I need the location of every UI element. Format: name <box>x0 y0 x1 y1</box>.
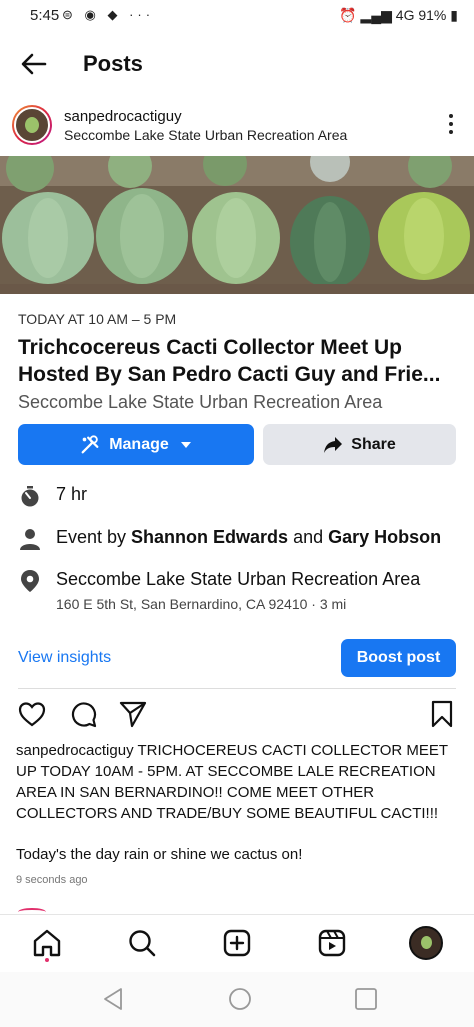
caption-username[interactable]: sanpedrocactiguy <box>16 742 134 759</box>
alarm-icon: ⏰ <box>339 7 357 23</box>
post-caption: sanpedrocactiguy TRICHOCEREUS CACTI COLL… <box>16 740 456 824</box>
post-actions <box>0 698 474 730</box>
share-label: Share <box>351 435 396 453</box>
event-title-line2: Hosted By San Pedro Cacti Guy and Frie..… <box>18 363 441 386</box>
bottom-tab-bar <box>0 914 474 973</box>
system-nav-bar <box>0 972 474 1027</box>
status-right: ⏰ ▂▄▆ 4G 91% ▮ <box>339 7 458 24</box>
post-username[interactable]: sanpedrocactiguy <box>64 108 182 125</box>
top-bar: Posts <box>0 40 474 88</box>
share-arrow-icon <box>324 436 343 453</box>
profile-avatar[interactable] <box>409 926 443 960</box>
battery-icon: ▮ <box>450 7 458 23</box>
event-title[interactable]: Trichcocereus Cacti Collector Meet Up Ho… <box>18 334 458 388</box>
location-pin-icon <box>21 570 39 592</box>
back-arrow-icon[interactable] <box>18 48 50 80</box>
hosts-text: Event by Shannon Edwards and Gary Hobson <box>56 527 441 548</box>
boost-post-button[interactable]: Boost post <box>341 639 456 677</box>
signal-icon: ▂▄▆ <box>360 7 392 23</box>
caption-text-2: Today's the day rain or shine we cactus … <box>16 846 303 863</box>
page-title: Posts <box>83 51 143 76</box>
person-icon <box>20 529 40 550</box>
post-header: sanpedrocactiguy Seccombe Lake State Urb… <box>0 100 474 156</box>
hosts-and: and <box>288 527 329 547</box>
view-insights-link[interactable]: View insights <box>18 649 111 667</box>
manage-label: Manage <box>109 435 169 453</box>
send-icon[interactable] <box>119 700 147 728</box>
event-cover-image[interactable] <box>0 156 474 294</box>
hosts-prefix: Event by <box>56 527 132 547</box>
venue-address: 160 E 5th St, San Bernardino, CA 92410 ·… <box>56 596 347 612</box>
status-time: 5:45 <box>30 7 60 24</box>
more-icon[interactable] <box>448 114 454 138</box>
chevron-down-icon <box>180 441 191 448</box>
battery-level: 91% <box>418 7 447 23</box>
bookmark-icon[interactable] <box>428 700 456 728</box>
status-bar: 5:45 ⊜ ◉ ◆ ··· ⏰ ▂▄▆ 4G 91% ▮ <box>0 0 474 32</box>
notification-icons: ⊜ ◉ ◆ ··· <box>62 7 155 22</box>
search-icon[interactable] <box>127 928 157 958</box>
share-button[interactable]: Share <box>263 424 456 465</box>
post-timestamp: 9 seconds ago <box>16 874 88 886</box>
event-place[interactable]: Seccombe Lake State Urban Recreation Are… <box>18 392 382 413</box>
host-link-2[interactable]: Gary Hobson <box>328 527 441 547</box>
divider <box>18 688 456 689</box>
post-location[interactable]: Seccombe Lake State Urban Recreation Are… <box>64 127 347 143</box>
nav-recents-icon[interactable] <box>353 986 379 1012</box>
reels-icon[interactable] <box>317 928 347 958</box>
event-time: TODAY AT 10 AM – 5 PM <box>18 311 177 327</box>
stopwatch-icon <box>21 486 39 507</box>
comment-icon[interactable] <box>69 700 97 728</box>
nav-home-icon[interactable] <box>227 986 253 1012</box>
host-link-1[interactable]: Shannon Edwards <box>131 527 288 547</box>
avatar[interactable] <box>12 105 52 145</box>
network-label: 4G <box>395 7 415 23</box>
heart-icon[interactable] <box>18 700 46 728</box>
event-title-line1: Trichcocereus Cacti Collector Meet Up <box>18 336 402 359</box>
manage-button[interactable]: Manage <box>18 424 254 465</box>
duration-text: 7 hr <box>56 484 88 504</box>
venue-name: Seccombe Lake State Urban Recreation Are… <box>56 569 421 589</box>
create-icon[interactable] <box>222 928 252 958</box>
notification-dot <box>45 958 49 962</box>
tools-icon <box>81 434 99 453</box>
nav-back-icon[interactable] <box>100 986 126 1012</box>
home-icon[interactable] <box>32 928 62 958</box>
